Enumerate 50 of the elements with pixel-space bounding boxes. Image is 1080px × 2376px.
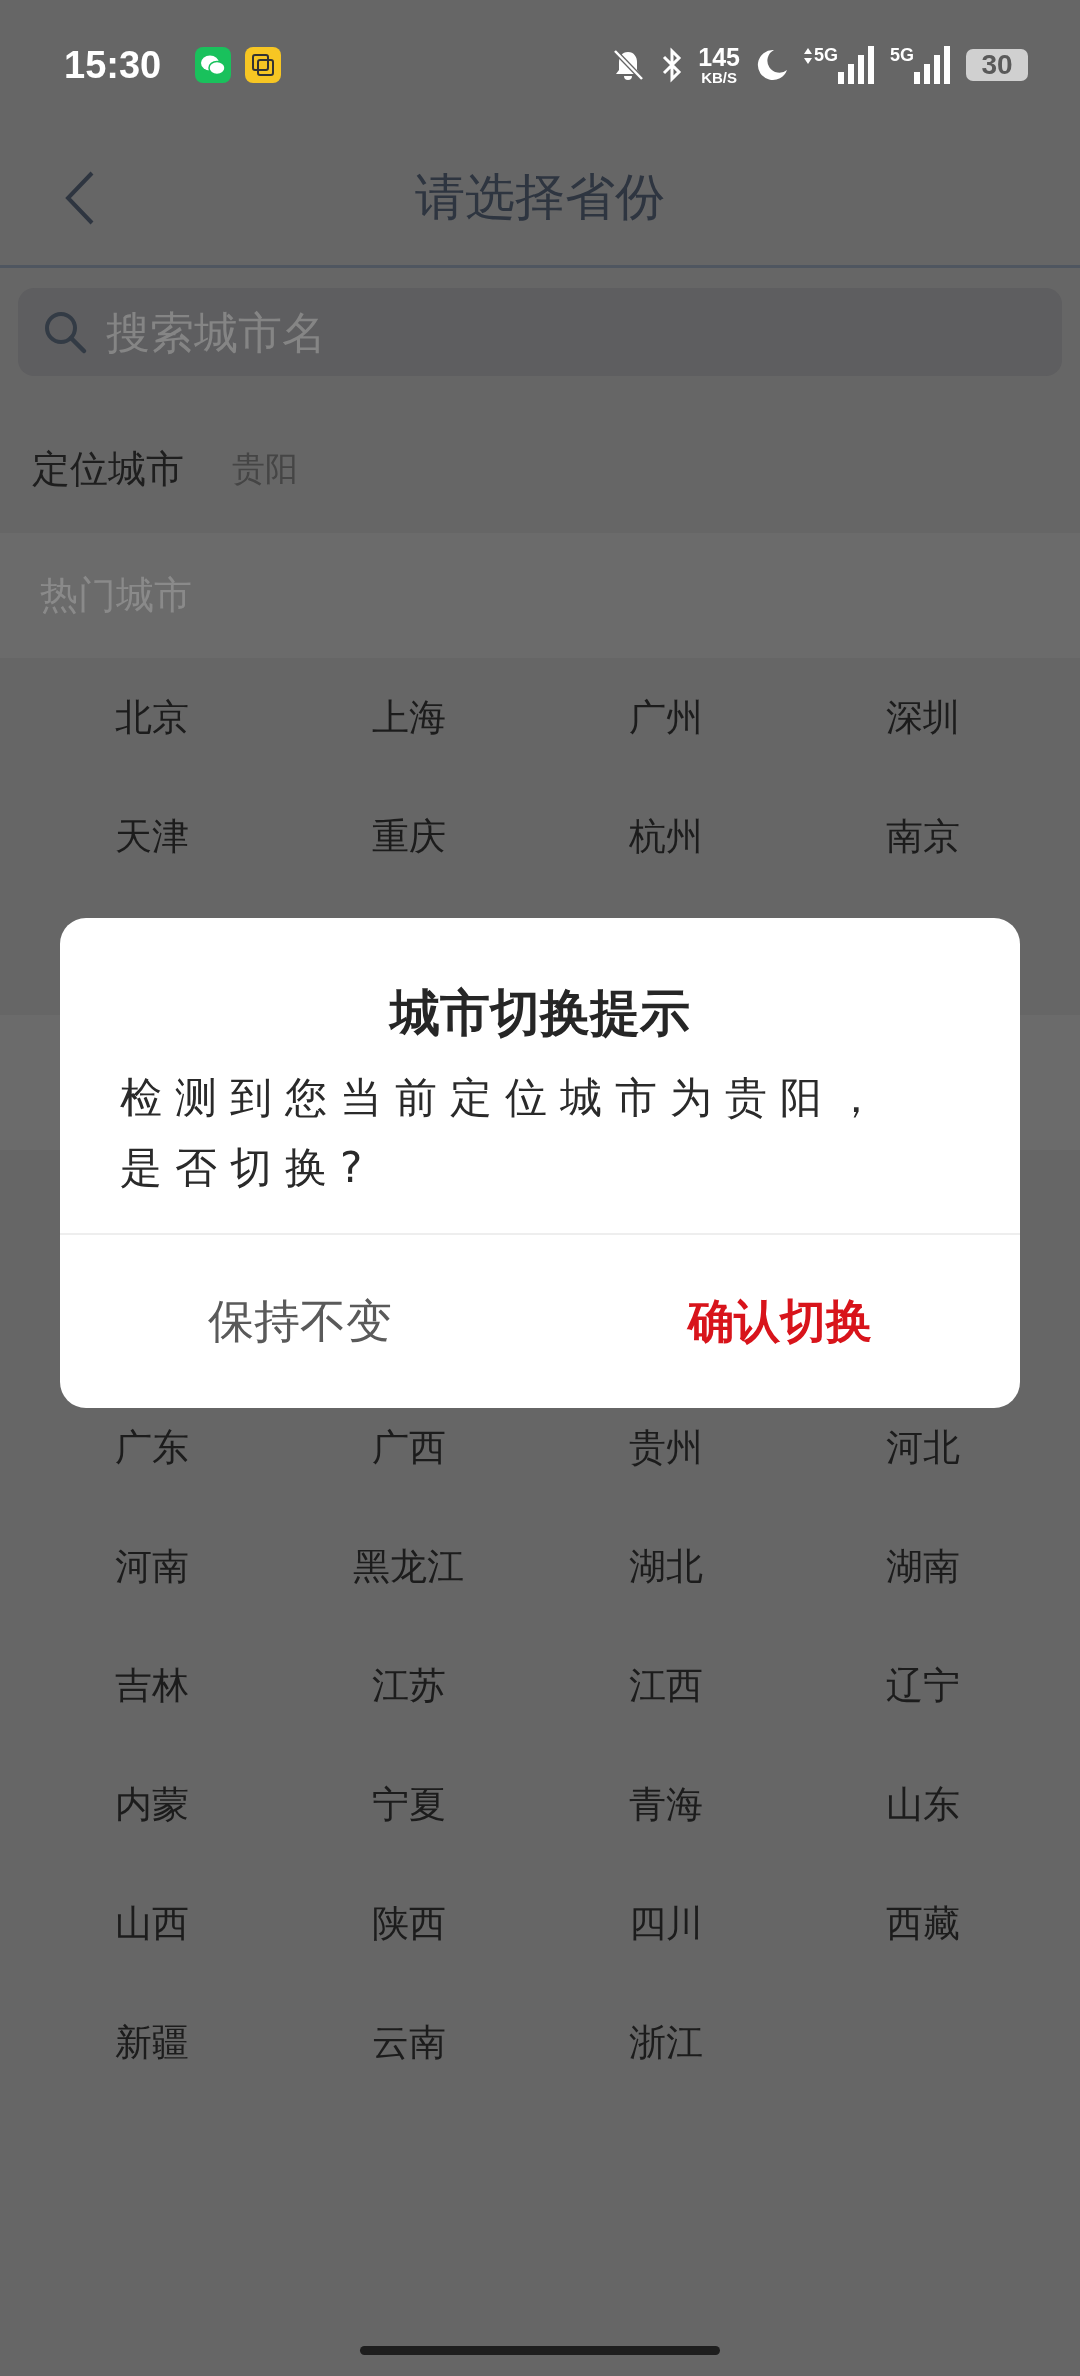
city-item[interactable]: 湖北 xyxy=(628,1541,703,1592)
city-item[interactable]: 黑龙江 xyxy=(353,1541,464,1592)
city-item[interactable]: 北京 xyxy=(114,692,189,743)
network-speed: 145 xyxy=(698,45,740,70)
city-item[interactable]: 河北 xyxy=(885,1422,960,1473)
city-item[interactable]: 河南 xyxy=(114,1541,189,1592)
city-item[interactable]: 湖南 xyxy=(885,1541,960,1592)
city-item[interactable]: 吉林 xyxy=(114,1660,189,1711)
city-item[interactable]: 四川 xyxy=(628,1898,703,1949)
city-item[interactable]: 新疆 xyxy=(114,2017,189,2068)
city-item[interactable]: 广东 xyxy=(114,1422,189,1473)
city-item[interactable]: 江西 xyxy=(628,1660,703,1711)
cancel-button[interactable]: 保持不变 xyxy=(60,1235,540,1408)
city-item[interactable]: 贵州 xyxy=(628,1422,703,1473)
signal-icon xyxy=(838,46,876,84)
network-speed-unit: KB/S xyxy=(701,70,738,85)
city-item[interactable]: 陕西 xyxy=(371,1898,446,1949)
signal-icon xyxy=(914,46,952,84)
city-item[interactable]: 山东 xyxy=(885,1779,960,1830)
city-item[interactable]: 江苏 xyxy=(371,1660,446,1711)
confirm-button[interactable]: 确认切换 xyxy=(540,1235,1020,1408)
city-item[interactable]: 杭州 xyxy=(628,811,703,862)
chat-app-icon xyxy=(195,47,232,83)
city-item[interactable]: 天津 xyxy=(114,811,189,862)
battery-level: 30 xyxy=(981,49,1013,81)
copy-app-icon xyxy=(245,47,282,83)
city-item[interactable]: 广西 xyxy=(371,1422,446,1473)
dialog-title: 城市切换提示 xyxy=(390,983,690,1044)
location-label: 定位城市 xyxy=(32,446,184,493)
city-item[interactable]: 云南 xyxy=(371,2017,446,2068)
clock-time: 15:30 xyxy=(64,43,162,87)
back-icon[interactable] xyxy=(64,169,96,226)
city-item[interactable]: 内蒙 xyxy=(114,1779,189,1830)
search-icon xyxy=(42,309,88,355)
dialog-message: 检测到您当前定位城市为贵阳，是否切换? xyxy=(120,1072,891,1194)
city-item[interactable]: 西藏 xyxy=(885,1898,960,1949)
city-item[interactable]: 宁夏 xyxy=(371,1779,446,1830)
city-item[interactable]: 山西 xyxy=(114,1898,189,1949)
city-item[interactable]: 青海 xyxy=(628,1779,703,1830)
network-type: 5G xyxy=(890,46,914,64)
city-item[interactable]: 南京 xyxy=(885,811,960,862)
data-arrows-icon xyxy=(803,48,812,64)
city-item[interactable]: 辽宁 xyxy=(885,1660,960,1711)
city-item[interactable]: 上海 xyxy=(371,692,446,743)
network-type: 5G xyxy=(813,46,838,64)
city-item[interactable]: 重庆 xyxy=(371,811,446,862)
page-title: 请选择省份 xyxy=(415,167,665,228)
city-item[interactable]: 浙江 xyxy=(628,2017,703,2068)
city-item[interactable]: 深圳 xyxy=(885,692,960,743)
city-item[interactable]: 广州 xyxy=(628,692,703,743)
